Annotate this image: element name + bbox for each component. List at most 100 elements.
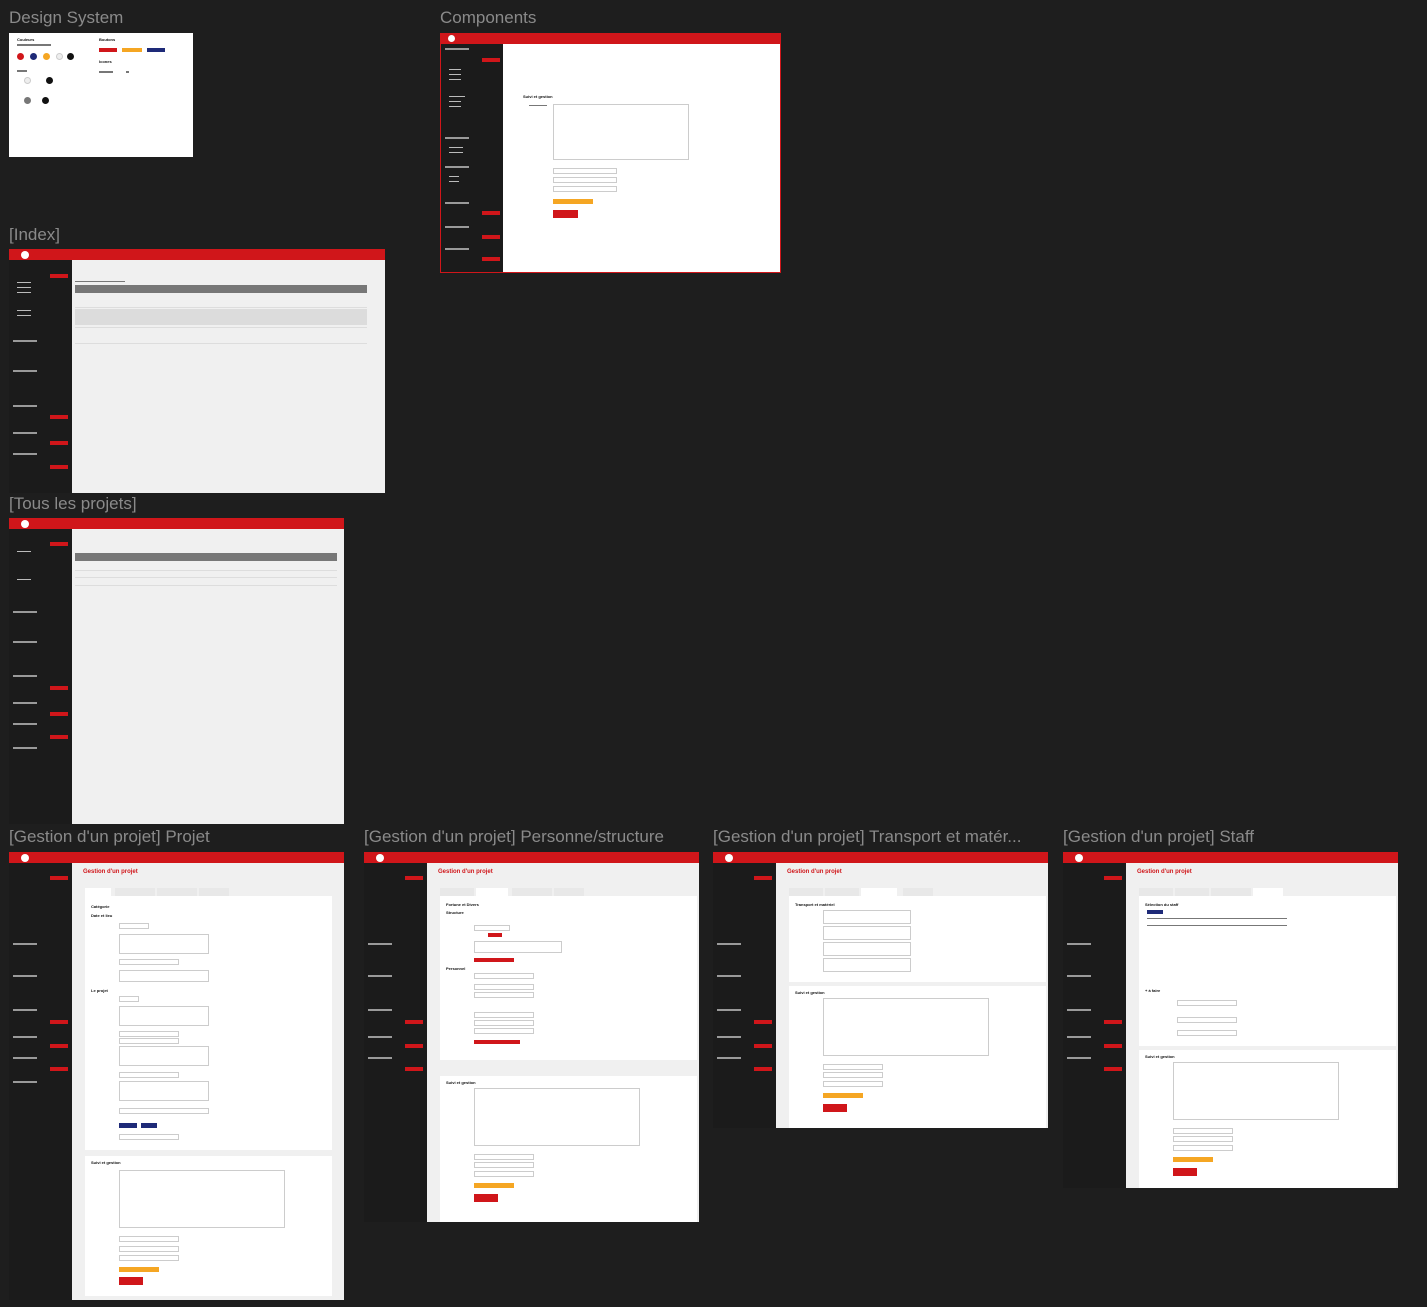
structure-label: Structure	[446, 910, 464, 915]
tab-transport[interactable]	[157, 888, 197, 896]
sidebar	[9, 529, 72, 824]
logo-icon	[1075, 854, 1083, 862]
component-orange-button[interactable]	[553, 199, 593, 204]
table-row	[75, 309, 367, 325]
frame-title-gestion-staff: [Gestion d'un projet] Staff	[1063, 827, 1254, 846]
table-header	[75, 285, 367, 293]
suivi-panel: Suivi et gestion	[1139, 1050, 1396, 1188]
logo-icon	[21, 251, 29, 259]
gestion-personne-frame: Gestion d'un projet Fortune et Divers St…	[364, 852, 699, 1222]
frame-title-gestion-transport: [Gestion d'un projet] Transport et matér…	[713, 827, 1022, 846]
a-faire-label: + à faire	[1145, 988, 1161, 993]
tous-projets-frame	[9, 518, 344, 824]
page-title: Gestion d'un projet	[787, 869, 842, 875]
topbar	[364, 852, 699, 863]
tab-staff[interactable]	[903, 888, 933, 896]
icones-label: Icones	[99, 59, 112, 64]
tab-transport[interactable]	[861, 888, 897, 896]
gestion-projet-frame: Gestion d'un projet Catégorie Date et li…	[9, 852, 344, 1300]
frame-title-tous-projets: [Tous les projets]	[9, 494, 137, 513]
component-field-3[interactable]	[553, 186, 617, 192]
tab-staff[interactable]	[1253, 888, 1283, 896]
gestion-staff-frame: Gestion d'un projet Sélection du staff +…	[1063, 852, 1398, 1188]
tab-personne[interactable]	[476, 888, 508, 896]
suivi-panel: Suivi et gestion	[440, 1076, 697, 1222]
personne-panel: Fortune et Divers Structure Personnel	[440, 896, 697, 1060]
sidebar	[364, 863, 427, 1222]
component-field-1[interactable]	[553, 168, 617, 174]
tab-staff[interactable]	[199, 888, 229, 896]
frame-title-design-system: Design System	[9, 8, 124, 27]
topbar	[1063, 852, 1398, 863]
component-field-2[interactable]	[553, 177, 617, 183]
save-button[interactable]	[474, 1194, 498, 1202]
sidebar	[9, 863, 72, 1300]
design-system-frame: Couleurs Boutons Icones	[9, 33, 193, 157]
tab-personne[interactable]	[825, 888, 859, 896]
suivi-panel: Suivi et gestion	[789, 986, 1046, 1128]
suivi-gestion-title: Suivi et gestion	[523, 94, 553, 99]
fortune-label: Fortune et Divers	[446, 902, 479, 907]
logo-icon	[448, 35, 455, 42]
color-swatch-light	[56, 53, 63, 60]
suivi-textarea[interactable]	[119, 1170, 285, 1228]
sidebar	[9, 260, 72, 493]
frame-title-gestion-personne: [Gestion d'un projet] Personne/structure	[364, 827, 664, 846]
table-row	[75, 327, 367, 328]
sidebar	[713, 863, 776, 1128]
frame-title-gestion-projet: [Gestion d'un projet] Projet	[9, 827, 210, 846]
color-swatch-black	[67, 53, 74, 60]
gestion-transport-frame: Gestion d'un projet Transport et matérie…	[713, 852, 1048, 1128]
table-header	[75, 553, 337, 561]
table-row	[75, 343, 367, 344]
sample-orange-button[interactable]	[122, 48, 142, 52]
tab-transport[interactable]	[512, 888, 552, 896]
tab-projet[interactable]	[440, 888, 474, 896]
transport-panel: Transport et matériel	[789, 896, 1046, 982]
suivi-textarea[interactable]	[1173, 1062, 1339, 1120]
color-swatch-orange	[43, 53, 50, 60]
staff-panel: Sélection du staff + à faire	[1139, 896, 1396, 1046]
suivi-title: Suivi et gestion	[1145, 1054, 1175, 1059]
sample-red-button[interactable]	[99, 48, 117, 52]
couleurs-label: Couleurs	[17, 37, 35, 42]
tab-staff[interactable]	[554, 888, 584, 896]
save-button[interactable]	[119, 1277, 143, 1285]
suivi-textarea[interactable]	[474, 1088, 640, 1146]
projet-panel: Catégorie Date et lieu Le projet	[85, 896, 332, 1150]
sidebar	[441, 44, 503, 272]
save-button[interactable]	[1173, 1168, 1197, 1176]
transport-label: Transport et matériel	[795, 902, 835, 907]
suivi-title: Suivi et gestion	[91, 1160, 121, 1165]
le-projet-label: Le projet	[91, 988, 108, 993]
dates-label: Date et lieu	[91, 913, 113, 918]
tab-projet[interactable]	[1139, 888, 1173, 896]
logo-icon	[21, 854, 29, 862]
tab-personne[interactable]	[115, 888, 155, 896]
sample-navy-button[interactable]	[147, 48, 165, 52]
suivi-title: Suivi et gestion	[795, 990, 825, 995]
topbar	[713, 852, 1048, 863]
suivi-textarea[interactable]	[553, 104, 689, 160]
suivi-textarea[interactable]	[823, 998, 989, 1056]
tab-transport[interactable]	[1211, 888, 1251, 896]
categorie-label: Catégorie	[91, 904, 110, 909]
save-button[interactable]	[823, 1104, 847, 1112]
page-title: Gestion d'un projet	[1137, 869, 1192, 875]
logo-icon	[725, 854, 733, 862]
components-frame: Suivi et gestion	[440, 33, 781, 273]
tab-projet[interactable]	[789, 888, 823, 896]
topbar	[9, 249, 385, 260]
topbar	[9, 518, 344, 529]
frame-title-index: [Index]	[9, 225, 61, 244]
index-content	[75, 275, 381, 485]
frame-title-components: Components	[440, 8, 537, 27]
table-row	[75, 307, 367, 308]
sidebar	[1063, 863, 1126, 1188]
color-swatch-navy	[30, 53, 37, 60]
component-save-button[interactable]	[553, 210, 578, 218]
tab-personne[interactable]	[1175, 888, 1209, 896]
topbar	[441, 34, 780, 44]
suivi-panel: Suivi et gestion	[85, 1156, 332, 1296]
tab-projet[interactable]	[85, 888, 111, 896]
